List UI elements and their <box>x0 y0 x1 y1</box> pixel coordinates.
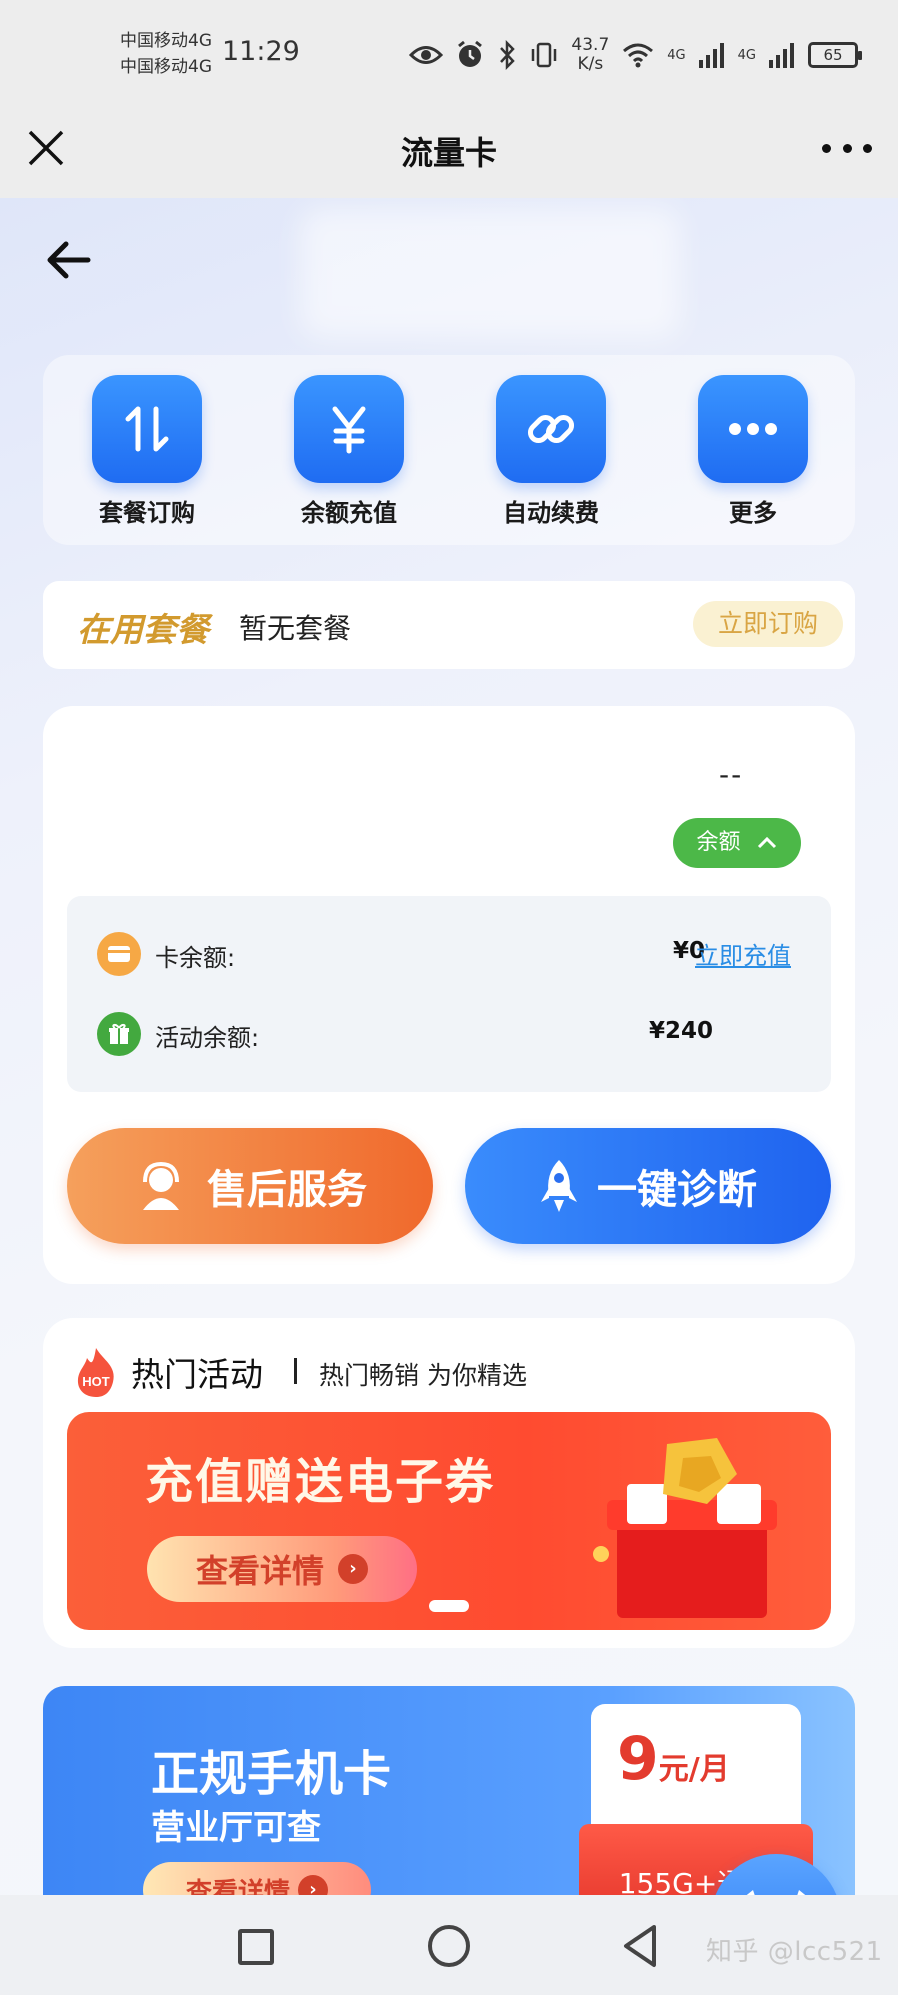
banner2-button-label: 查看详情 <box>185 1877 290 1896</box>
recent-apps-button[interactable] <box>238 1929 274 1965</box>
gift-icon <box>97 1012 141 1056</box>
after-sales-label: 售后服务 <box>207 1167 367 1213</box>
bluetooth-icon <box>500 40 516 70</box>
home-button[interactable] <box>428 1925 470 1967</box>
after-sales-button[interactable]: 售后服务 <box>67 1128 433 1244</box>
price-tag: 9元/月 <box>617 1724 730 1794</box>
more-options-button[interactable] <box>822 138 872 158</box>
speed-value: 43.7 <box>571 35 610 55</box>
quick-action-recharge[interactable]: 余额充值 <box>269 375 429 528</box>
hot-title: 热门活动 <box>131 1355 263 1394</box>
signal-1-icon <box>698 43 724 68</box>
network-speed: 43.7 K/s <box>571 36 609 74</box>
hot-badge-text: HOT <box>82 1374 110 1389</box>
hot-flame-icon: HOT <box>77 1348 114 1397</box>
quick-action-label: 更多 <box>729 499 777 527</box>
banner2-title: 正规手机卡 <box>151 1746 392 1802</box>
signal-2-icon <box>769 43 794 68</box>
swap-arrows-icon <box>92 375 202 483</box>
vibrate-icon <box>532 42 557 68</box>
chevron-right-icon: › <box>298 1875 328 1895</box>
activity-balance-row: 活动余额: ¥240 <box>97 1010 807 1058</box>
banner2-subtitle: 营业厅可查 <box>151 1808 321 1848</box>
carrier-1: 中国移动4G <box>120 31 212 51</box>
current-plan-card: 在用套餐 暂无套餐 立即订购 <box>43 581 855 669</box>
quick-action-label: 余额充值 <box>301 499 397 527</box>
view-details-button[interactable]: 查看详情 › <box>147 1536 417 1602</box>
wifi-icon <box>623 43 654 68</box>
back-button[interactable] <box>620 1923 660 1969</box>
carousel-indicator <box>429 1600 469 1612</box>
status-icons: 43.7 K/s 4G 4G 65 <box>409 30 862 80</box>
diagnose-button[interactable]: 一键诊断 <box>465 1128 831 1244</box>
eye-icon <box>409 46 444 64</box>
price-value: 9 <box>617 1724 659 1794</box>
dot-icon <box>822 143 831 153</box>
back-arrow-icon[interactable] <box>44 240 92 280</box>
plan-status: 暂无套餐 <box>239 612 352 645</box>
headset-user-icon <box>143 1161 179 1210</box>
more-dots-icon <box>698 375 808 483</box>
speed-unit: K/s <box>577 54 604 74</box>
carrier-2: 中国移动4G <box>120 57 212 77</box>
balance-details: 卡余额: ¥0 立即充值 活动余额: ¥240 <box>67 896 831 1092</box>
price-unit: 元/月 <box>658 1752 730 1787</box>
recharge-voucher-banner[interactable]: 充值赠送电子券 查看详情 › <box>67 1412 831 1630</box>
diagnose-label: 一键诊断 <box>597 1167 757 1213</box>
card-balance-label: 卡余额: <box>155 944 236 972</box>
watermark: 知乎 @lcc521 <box>706 1937 883 1967</box>
status-bar: 中国移动4G 中国移动4G 11:29 43.7 K/s 4G 4G 65 <box>0 0 898 108</box>
alarm-icon <box>458 40 483 67</box>
order-now-button[interactable]: 立即订购 <box>693 601 843 647</box>
rocket-icon <box>541 1160 577 1212</box>
recharge-now-link[interactable]: 立即充值 <box>695 936 791 971</box>
view-details-label: 查看详情 <box>195 1552 324 1590</box>
card-icon <box>97 932 141 976</box>
signal-1-label: 4G <box>667 47 686 63</box>
link-icon <box>496 375 606 483</box>
dot-icon <box>863 143 872 153</box>
carrier-info: 中国移动4G 中国移动4G <box>120 28 212 80</box>
quick-action-more[interactable]: 更多 <box>673 375 833 528</box>
divider <box>294 1358 297 1384</box>
banner2-view-details-button[interactable]: 查看详情 › <box>143 1862 371 1895</box>
quick-action-auto-renew[interactable]: 自动续费 <box>471 375 631 528</box>
quick-action-order[interactable]: 套餐订购 <box>67 375 227 528</box>
balance-toggle-button[interactable]: 余额 <box>673 818 801 868</box>
dot-icon <box>842 143 852 153</box>
balance-card: -- 余额 卡余额: ¥0 立即充值 活动余额: ¥240 售后服务 一键诊断 <box>43 706 855 1284</box>
activity-balance-value: ¥240 <box>649 1018 714 1044</box>
robot-face-icon <box>746 1890 806 1895</box>
chevron-up-icon <box>757 836 776 849</box>
quick-action-label: 自动续费 <box>503 499 599 527</box>
page-title: 流量卡 <box>400 134 497 172</box>
card-balance-row: 卡余额: ¥0 立即充值 <box>97 930 807 978</box>
quick-action-label: 套餐订购 <box>99 499 195 527</box>
balance-toggle-label: 余额 <box>696 830 741 855</box>
signal-2-label: 4G <box>737 47 756 63</box>
phone-card-banner[interactable]: 正规手机卡 营业厅可查 查看详情 › 9元/月 155G+通话 <box>43 1686 855 1895</box>
chevron-right-icon: › <box>338 1554 368 1584</box>
battery-icon: 65 <box>808 42 862 68</box>
banner-title: 充值赠送电子券 <box>145 1454 496 1510</box>
hero-background <box>300 208 680 338</box>
status-time: 11:29 <box>222 36 300 67</box>
hot-activities-card: HOT 热门活动 热门畅销 为你精选 充值赠送电子券 查看详情 › <box>43 1318 855 1648</box>
main-content[interactable]: 套餐订购 余额充值 自动续费 更多 在用套餐 暂无套餐 立即订购 -- 余额 卡… <box>0 198 898 1895</box>
main-balance-value: -- <box>719 758 744 791</box>
system-nav-bar: 知乎 @lcc521 <box>0 1895 898 1995</box>
activity-balance-label: 活动余额: <box>155 1024 260 1052</box>
gift-box-illustration <box>593 1438 777 1618</box>
quick-actions: 套餐订购 余额充值 自动续费 更多 <box>43 355 855 545</box>
plan-tag: 在用套餐 <box>77 610 209 649</box>
title-bar: 流量卡 <box>0 108 898 198</box>
yen-icon <box>294 375 404 483</box>
hot-subtitle: 热门畅销 为你精选 <box>319 1361 527 1390</box>
